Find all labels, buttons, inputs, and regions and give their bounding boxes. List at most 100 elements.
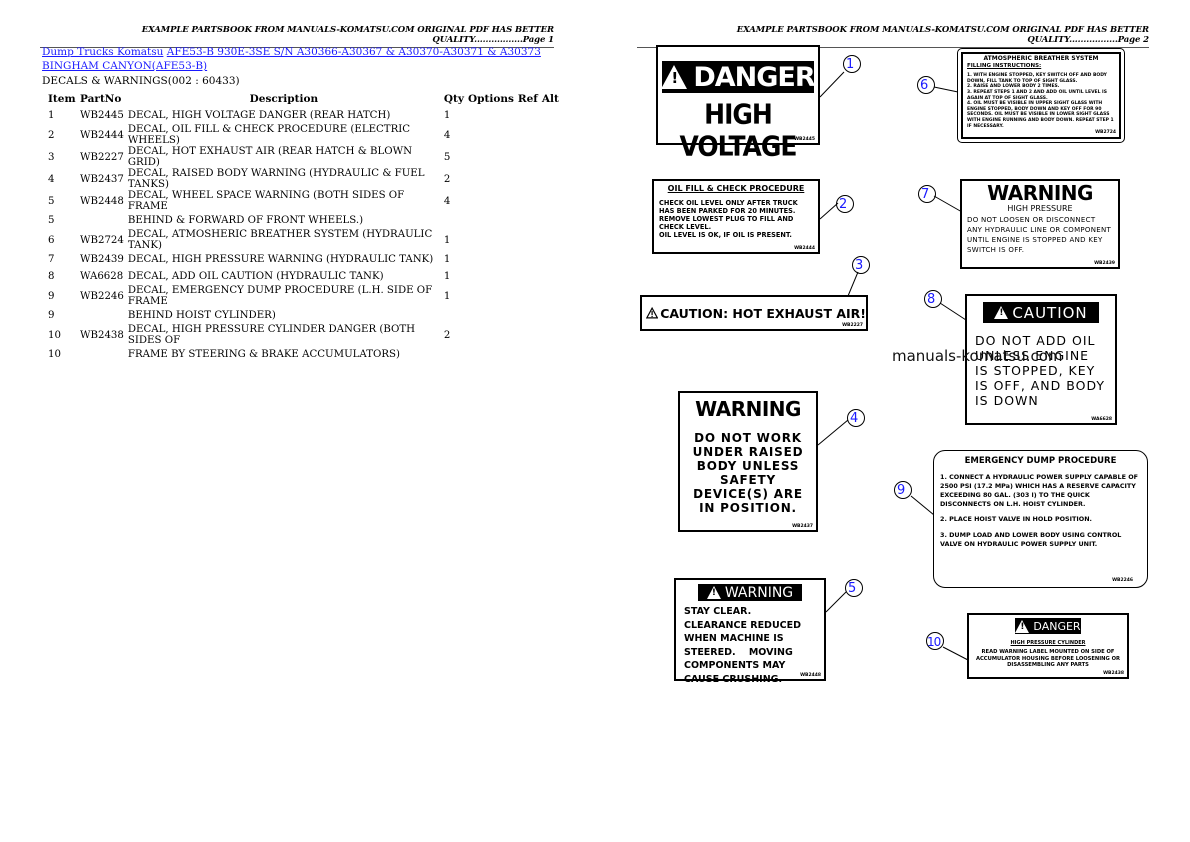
leader-line-4	[817, 419, 849, 446]
cell-options	[466, 190, 516, 212]
callout-8: 8	[924, 290, 942, 308]
decal-high-voltage-danger: DANGER HIGH VOLTAGE WB2445	[656, 45, 820, 162]
cell-qty: 1	[443, 254, 451, 265]
cell-item: 10	[48, 349, 61, 360]
decal-high-pressure-warning: WARNING HIGH PRESSURE DO NOT LOOSEN OR D…	[960, 179, 1120, 269]
leader-line-9	[910, 495, 935, 516]
table-row: 3 WB2227 DECAL, HOT EXHAUST AIR (REAR HATC…	[42, 146, 561, 168]
table-row: 10 WB2438 DECAL, HIGH PRESSURE CYLINDER DA…	[42, 324, 561, 346]
cell-options	[466, 251, 516, 268]
decal-code: WB2227	[842, 323, 863, 328]
decal-body-2: OIL LEVEL IS OK, IF OIL IS PRESENT.	[659, 231, 792, 239]
cell-options	[466, 168, 516, 190]
cell-alt	[540, 346, 561, 363]
cell-alt	[540, 285, 561, 307]
decal-body: DO NOT WORK UNDER RAISED BODY UNLESS SAF…	[692, 431, 804, 515]
cell-partno	[78, 346, 126, 363]
callout-9: 9	[894, 481, 912, 499]
cell-qty	[442, 307, 466, 324]
cell-qty: 1	[443, 110, 451, 121]
decal-body: READ WARNING LABEL MOUNTED ON SIDE OF AC…	[975, 649, 1120, 668]
cell-ref	[516, 285, 540, 307]
breadcrumb: Dump Trucks Komatsu AFE53-B 930E-3SE S/N…	[42, 45, 562, 73]
decal-body: DO NOT LOOSEN OR DISCONNECT ANY HYDRAULI…	[967, 216, 1112, 254]
callout-6: 6	[917, 76, 935, 94]
cell-alt	[540, 251, 561, 268]
decal-step: 3. REPEAT STEPS 1 AND 2 AND ADD OIL UNTI…	[967, 89, 1107, 101]
cell-description: FRAME BY STEERING & BRAKE ACCUMULATORS)	[127, 349, 400, 360]
col-header-item: Item	[48, 93, 76, 105]
table-row: 6 WB2724 DECAL, ATMOSHERIC BREATHER SYSTEM…	[42, 229, 561, 251]
caution-banner: CAUTION	[983, 302, 1099, 323]
cell-partno	[78, 307, 126, 324]
cell-ref	[516, 268, 540, 285]
cell-item: 3	[48, 151, 55, 163]
cell-options	[466, 307, 516, 324]
cell-description: DECAL, RAISED BODY WARNING (HYDRAULIC & …	[127, 168, 425, 190]
cell-description: DECAL, OIL FILL & CHECK PROCEDURE (ELECT…	[127, 124, 411, 146]
cell-alt	[540, 229, 561, 251]
decal-step: 3. DUMP LOAD AND LOWER BODY USING CONTRO…	[940, 531, 1122, 548]
decal-hot-exhaust-air: CAUTION: HOT EXHAUST AIR! WB2227	[640, 295, 868, 331]
leader-line-1	[819, 71, 845, 98]
cell-partno: WB2444	[80, 129, 124, 141]
decal-title: ATMOSPHERIC BREATHER SYSTEM	[983, 55, 1099, 62]
cell-alt	[540, 124, 561, 146]
breadcrumb-link-variant[interactable]: BINGHAM CANYON(AFE53-B)	[42, 60, 207, 72]
leader-line-7	[933, 195, 963, 213]
cell-description: DECAL, ATMOSHERIC BREATHER SYSTEM (HYDRA…	[127, 229, 433, 251]
cell-qty	[442, 212, 466, 229]
decal-title: DANGER	[693, 61, 815, 93]
breadcrumb-link-category[interactable]: Dump Trucks Komatsu	[42, 46, 163, 58]
cell-ref	[516, 190, 540, 212]
cell-description: DECAL, HIGH PRESSURE WARNING (HYDRAULIC …	[127, 254, 434, 265]
leader-line-8	[939, 302, 967, 321]
cell-ref	[516, 346, 540, 363]
breadcrumb-link-model[interactable]: AFE53-B 930E-3SE S/N A30366-A30367 & A30…	[167, 46, 541, 58]
cell-options	[466, 107, 516, 124]
warning-triangle-icon	[706, 586, 721, 599]
decal-title: WARNING	[724, 584, 794, 601]
callout-3: 3	[852, 256, 870, 274]
cell-qty: 4	[443, 195, 451, 207]
cell-qty: 1	[443, 271, 451, 282]
cell-alt	[540, 268, 561, 285]
warning-triangle-icon	[661, 65, 688, 89]
cell-qty: 1	[443, 290, 451, 302]
table-row: 5 BEHIND & FORWARD OF FRONT WHEELS.)	[42, 212, 561, 229]
decal-subtitle: HIGH PRESSURE CYLINDER	[1010, 640, 1086, 646]
decal-oil-fill-check: OIL FILL & CHECK PROCEDURE CHECK OIL LEV…	[652, 179, 820, 254]
cell-ref	[516, 124, 540, 146]
cell-options	[466, 268, 516, 285]
cell-item: 8	[48, 271, 55, 282]
decal-code: WB2438	[1103, 671, 1124, 676]
col-header-qty: Qty	[443, 93, 464, 105]
cell-partno: WB2439	[80, 254, 124, 265]
decal-title: WARNING	[695, 397, 801, 421]
cell-partno	[78, 212, 126, 229]
decal-title: CAUTION	[1012, 303, 1088, 322]
cell-item: 5	[48, 195, 55, 207]
decal-subtitle: HIGH PRESSURE	[1007, 204, 1073, 213]
cell-qty: 4	[443, 129, 451, 141]
col-header-partno: PartNo	[80, 93, 122, 105]
table-row: 7 WB2439 DECAL, HIGH PRESSURE WARNING (HYD…	[42, 251, 561, 268]
cell-ref	[516, 229, 540, 251]
callout-7: 7	[918, 185, 936, 203]
cell-description: DECAL, WHEEL SPACE WARNING (BOTH SIDES O…	[127, 190, 405, 212]
decal-inner-frame: ATMOSPHERIC BREATHER SYSTEM FILLING INST…	[961, 52, 1121, 139]
cell-ref	[516, 146, 540, 168]
cell-alt	[540, 324, 561, 346]
decal-code: WB2439	[1094, 261, 1115, 266]
cell-partno: WA6628	[80, 271, 124, 282]
callout-2: 2	[836, 195, 854, 213]
cell-options	[466, 212, 516, 229]
leader-line-6	[933, 86, 959, 93]
table-row: 9 WB2246 DECAL, EMERGENCY DUMP PROCEDURE (…	[42, 285, 561, 307]
cell-ref	[516, 107, 540, 124]
col-header-description: Description	[249, 93, 319, 105]
cell-alt	[540, 168, 561, 190]
cell-alt	[540, 107, 561, 124]
cell-partno: WB2246	[80, 290, 124, 302]
leader-line-10	[942, 646, 969, 661]
